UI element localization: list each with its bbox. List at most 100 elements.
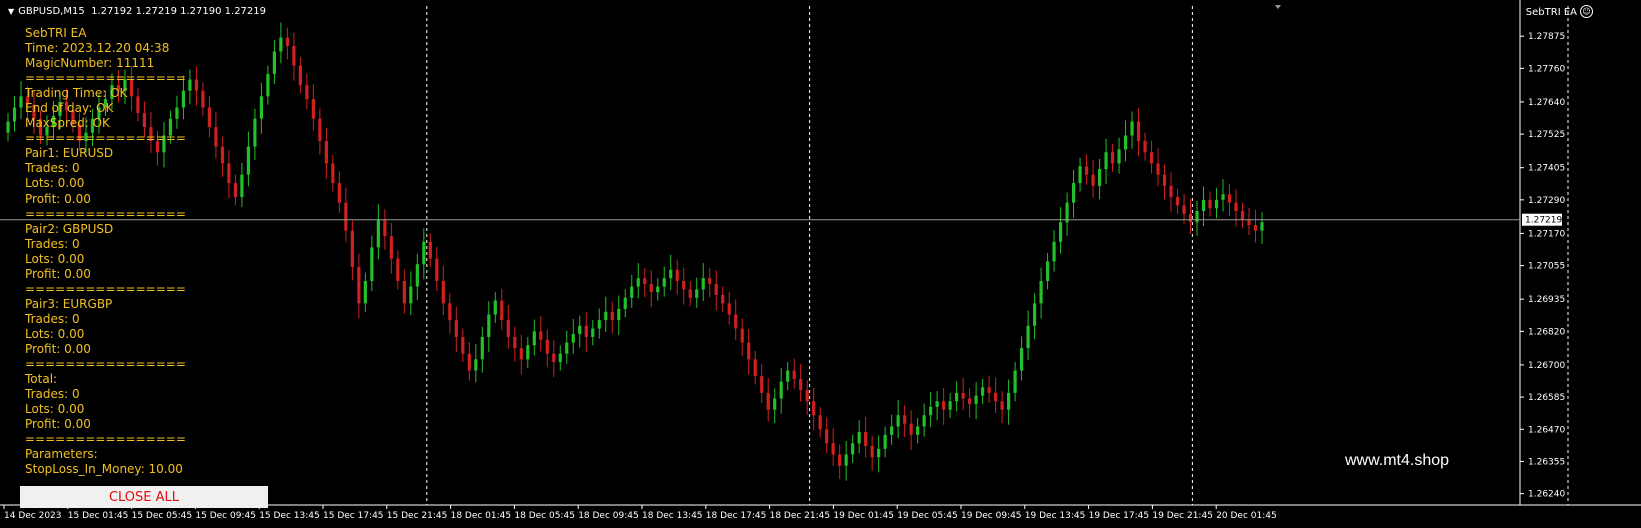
time-tick-label: 19 Dec 17:45: [1089, 511, 1150, 521]
info-line: Trades: 0: [25, 387, 80, 402]
candle: [467, 341, 471, 381]
candle: [649, 270, 653, 308]
candle: [838, 444, 842, 480]
candle: [487, 301, 491, 353]
info-line: ================: [25, 206, 186, 221]
price-axis: 1.27875 1.27760 1.27640 1.27525 1.27405 1.272…: [1520, 32, 1565, 500]
candle: [1071, 169, 1076, 218]
candle: [279, 22, 283, 64]
candle: [779, 368, 783, 414]
price-tick-label: 1.26470: [1528, 425, 1565, 435]
candle: [1117, 137, 1121, 174]
candle: [318, 108, 322, 155]
candle: [935, 391, 939, 421]
candle: [1091, 159, 1095, 198]
candle: [246, 131, 251, 187]
candle: [201, 82, 205, 116]
candle: [714, 270, 718, 311]
candlestick-series: [6, 22, 1264, 481]
candle: [474, 344, 478, 383]
candle: [305, 73, 309, 110]
candle: [909, 410, 913, 450]
candle: [266, 65, 270, 105]
candle: [896, 400, 900, 439]
info-line: Parameters:: [25, 447, 98, 462]
candle: [402, 269, 406, 314]
candle: [688, 280, 692, 307]
chart-header: ▼ GBPUSD,M15 1.27192 1.27219 1.27190 1.27…: [8, 6, 266, 17]
candle: [344, 187, 348, 243]
candle: [825, 417, 829, 454]
candle: [383, 209, 387, 250]
candle: [493, 292, 497, 323]
price-tick-label: 1.26935: [1528, 295, 1565, 305]
candle: [1058, 207, 1063, 254]
candle: [968, 388, 972, 418]
candle: [214, 112, 218, 159]
candle: [1253, 209, 1258, 243]
candle: [708, 268, 712, 298]
candle: [1123, 120, 1128, 162]
candle: [376, 204, 380, 260]
watermark-text: www.mt4.shop: [1345, 452, 1450, 469]
candle: [1175, 188, 1180, 214]
info-line: Profit: 0.00: [25, 417, 91, 432]
time-tick-label: 19 Dec 21:45: [1152, 511, 1213, 521]
candle: [1240, 202, 1245, 228]
time-tick-label: 19 Dec 13:45: [1025, 511, 1086, 521]
info-line: Profit: 0.00: [25, 191, 91, 206]
price-tick-label: 1.27170: [1528, 229, 1565, 239]
candle: [1032, 293, 1037, 340]
candle: [786, 362, 790, 391]
candle: [903, 405, 907, 438]
price-tick-label: 1.26585: [1528, 393, 1565, 403]
price-tick-label: 1.27760: [1528, 64, 1565, 74]
info-line: Trades: 0: [25, 236, 80, 251]
candle: [617, 295, 621, 336]
candle: [955, 381, 959, 412]
candle: [240, 162, 244, 208]
candle: [1039, 267, 1043, 319]
candle: [396, 250, 400, 290]
candle: [773, 388, 777, 424]
time-tick-label: 18 Dec 09:45: [578, 511, 639, 521]
ea-smiley-icon[interactable]: ☺: [1580, 5, 1593, 18]
candle: [220, 136, 225, 177]
candle: [760, 364, 764, 403]
time-tick-label: 18 Dec 17:45: [706, 511, 767, 521]
close-all-button[interactable]: CLOSE ALL: [20, 486, 268, 508]
candle: [558, 345, 562, 371]
candle: [545, 329, 549, 368]
candle: [1221, 179, 1225, 212]
candle: [1227, 184, 1232, 217]
candle: [799, 363, 803, 402]
info-line: ================: [25, 357, 186, 372]
candle: [948, 392, 952, 419]
candle: [1143, 132, 1147, 161]
candle: [350, 220, 354, 281]
chart-menu-triangle-icon[interactable]: ▼: [8, 7, 14, 16]
candle: [571, 319, 575, 355]
price-tick-label: 1.26700: [1528, 361, 1565, 371]
candle: [253, 108, 257, 161]
candle: [942, 387, 946, 425]
candle: [435, 246, 439, 292]
candle: [552, 340, 556, 378]
info-line: Total:: [25, 372, 58, 387]
info-line: Trades: 0: [25, 161, 80, 176]
candle: [441, 265, 445, 316]
candle: [916, 418, 920, 444]
candle: [877, 435, 881, 473]
candle: [259, 82, 263, 134]
candle: [922, 403, 926, 437]
candle: [506, 305, 510, 349]
candle: [519, 334, 523, 375]
candle: [987, 375, 991, 403]
time-tick-label: 20 Dec 01:45: [1216, 511, 1277, 521]
time-tick-label: 19 Dec 01:45: [833, 511, 894, 521]
price-tick-label: 1.27875: [1528, 32, 1565, 42]
chart-shift-marker-icon[interactable]: [1275, 5, 1281, 9]
price-chart[interactable]: 1.27875 1.27760 1.27640 1.27525 1.27405 1.272…: [0, 0, 1641, 528]
candle: [695, 277, 699, 308]
candle: [12, 95, 17, 132]
